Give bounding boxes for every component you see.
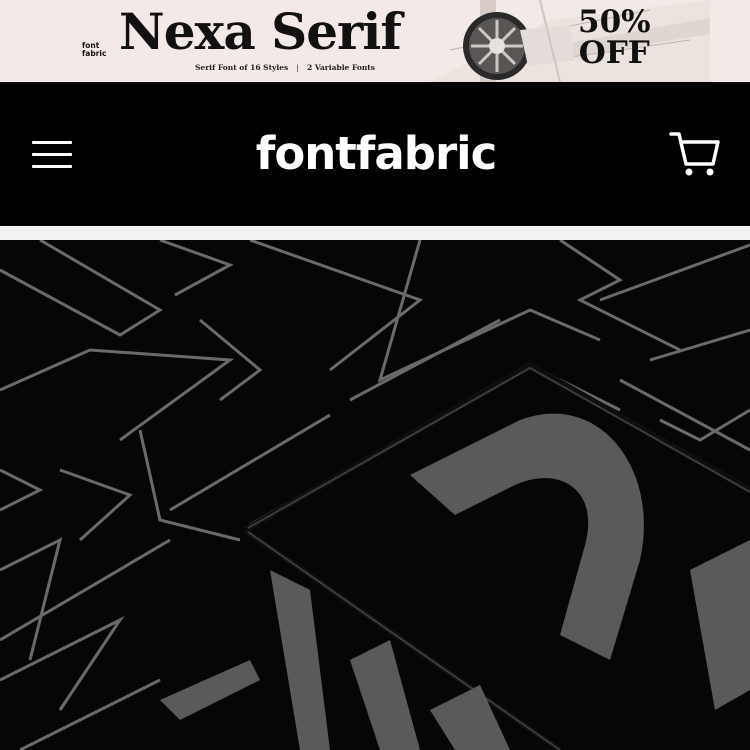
promo-discount: 50% OFF xyxy=(578,7,651,69)
page: font fabric Nexa Serif Serif Font of 16 … xyxy=(0,0,750,750)
promo-subtitle-separator: | xyxy=(296,63,299,72)
promo-subtitle-variable: 2 Variable Fonts xyxy=(306,63,375,72)
hero-letter-pattern xyxy=(0,240,750,750)
promo-brand-line2: fabric xyxy=(82,49,107,58)
site-header: fontfabric xyxy=(0,82,750,226)
hamburger-menu-icon[interactable] xyxy=(22,132,82,177)
promo-discount-percent: 50% xyxy=(578,4,651,40)
shopping-cart-icon[interactable] xyxy=(665,128,725,182)
promo-banner[interactable]: font fabric Nexa Serif Serif Font of 16 … xyxy=(0,0,750,82)
hero-pattern xyxy=(0,240,750,750)
promo-brand-logo: font fabric xyxy=(82,42,106,58)
airplane-illustration xyxy=(430,0,710,82)
promo-subtitle-styles: Serif Font of 16 Styles xyxy=(195,63,289,72)
site-logo[interactable]: fontfabric xyxy=(246,122,506,186)
promo-title: Nexa Serif xyxy=(119,2,402,61)
promo-subtitle: Serif Font of 16 Styles | 2 Variable Fonts xyxy=(195,63,375,72)
promo-discount-off: OFF xyxy=(578,35,650,71)
header-divider xyxy=(0,226,750,240)
